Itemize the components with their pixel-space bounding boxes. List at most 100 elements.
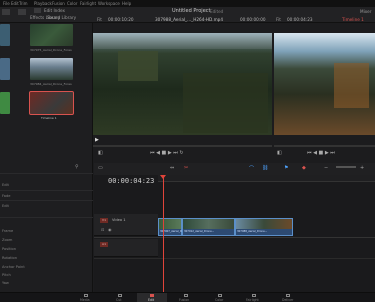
edit-index-label[interactable]: Edit Index xyxy=(44,8,65,13)
hillside-region xyxy=(118,51,158,81)
timeline-thumbnail[interactable] xyxy=(29,91,74,115)
media-page-icon[interactable] xyxy=(84,294,88,297)
clip-thumbnail[interactable] xyxy=(30,58,73,80)
clip-label: 307975_Aerial_Drone_Fores xyxy=(30,48,72,52)
razor-tool-icon[interactable]: ✂ xyxy=(184,165,188,171)
linked-selection-icon[interactable]: ⛓ xyxy=(262,165,268,171)
source-viewer[interactable] xyxy=(93,33,272,135)
timeline-clip[interactable]: 307907_Aerial_Drone_... xyxy=(158,218,182,236)
page-cut[interactable]: Cut xyxy=(116,298,122,302)
inspector-row[interactable]: Position xyxy=(2,247,16,251)
forest-region xyxy=(183,73,268,133)
mixer-label[interactable]: Mixer xyxy=(360,9,371,14)
clip-thumbnail[interactable] xyxy=(0,92,10,114)
clip-thumbnail[interactable] xyxy=(0,24,10,46)
program-scrubber[interactable] xyxy=(274,145,375,147)
cut-page-icon[interactable] xyxy=(118,294,122,297)
zoom-slider[interactable] xyxy=(336,166,356,168)
page-color[interactable]: Color xyxy=(215,298,223,302)
menu-help[interactable]: Help xyxy=(122,1,131,6)
marker-icon[interactable]: ◆ xyxy=(302,165,306,171)
source-jog-icon[interactable]: ◧ xyxy=(98,150,103,156)
flag-icon[interactable]: ⚑ xyxy=(284,165,288,171)
inspector-row[interactable]: Pitch xyxy=(2,273,11,277)
inspector-row[interactable]: Frame xyxy=(2,229,13,233)
selection-tool-icon[interactable]: ▭ xyxy=(98,165,103,171)
inspector-row[interactable]: Anchor Point xyxy=(2,265,25,269)
timeline-thumbnail-label: Timeline 1 xyxy=(41,116,57,120)
source-clip-name: 307988_Aerial_..._H264-HD.mp4 xyxy=(155,17,223,22)
timeline-clip[interactable]: 307912_Aerial_Drone... xyxy=(182,218,235,236)
timeline-name[interactable]: Timeline 1 xyxy=(342,17,364,22)
program-viewer[interactable] xyxy=(274,33,375,135)
inspector-row[interactable]: Rotation xyxy=(2,256,17,260)
inspector-row[interactable]: Yaw xyxy=(2,281,9,285)
source-scrubber[interactable] xyxy=(93,145,272,147)
source-transport-controls[interactable]: ⏮ ◀ ■ ▶ ⏭ ↻ xyxy=(150,150,184,156)
timeline-toolbar: ▭ ⇔ ✂ ⌒ ⛓ ⚑ ◆ − + xyxy=(94,163,375,175)
search-icon[interactable]: ⚲ xyxy=(75,164,79,170)
color-page-icon[interactable] xyxy=(218,294,222,297)
autumn-foliage-region xyxy=(334,63,369,108)
track-name[interactable]: Video 1 xyxy=(112,218,126,222)
playhead[interactable] xyxy=(163,175,164,292)
clip-thumbnail[interactable] xyxy=(30,24,73,46)
deliver-page-icon[interactable] xyxy=(286,294,290,297)
media-pool-label[interactable]: Effects Library xyxy=(30,15,60,20)
menu-color[interactable]: Color xyxy=(67,1,77,6)
source-fit[interactable]: Fit xyxy=(97,17,102,22)
menu-fusion[interactable]: Fusion xyxy=(52,1,65,6)
divider xyxy=(0,173,93,174)
playhead-handle[interactable] xyxy=(160,175,166,179)
menu-edit[interactable]: Edit xyxy=(11,1,19,6)
sound-library-icon[interactable] xyxy=(34,8,41,13)
source-timecode: 00:00:10:20 xyxy=(108,17,134,22)
sky-region xyxy=(93,33,272,49)
program-transport-controls[interactable]: ⏮ ◀ ■ ▶ ⏭ xyxy=(307,150,335,156)
inspector-row[interactable]: Zoom xyxy=(2,238,12,242)
zoom-in-icon[interactable]: + xyxy=(360,165,364,171)
inspector-row[interactable]: Fade xyxy=(2,194,10,198)
inspector-row[interactable]: Edit xyxy=(2,183,9,187)
program-timecode: 00:00:04:23 xyxy=(287,17,313,22)
menu-playback[interactable]: Playback xyxy=(34,1,52,6)
timeline-ruler[interactable] xyxy=(158,175,375,182)
clip-name: 307988_Aerial_Drone... xyxy=(237,230,268,233)
audio-track-id-badge[interactable]: A1 xyxy=(100,242,108,247)
inspector-row[interactable]: Edit xyxy=(2,204,9,208)
divider xyxy=(0,190,93,191)
track-divider xyxy=(94,237,375,238)
top-toolbar: Edit Index Sound Library Effects Library… xyxy=(0,7,375,23)
timeline-clip[interactable]: 307988_Aerial_Drone... xyxy=(235,218,293,236)
media-pool-icon[interactable] xyxy=(2,9,10,15)
trim-tool-icon[interactable]: ⇔ xyxy=(170,165,174,171)
clip-thumbnail[interactable] xyxy=(0,58,10,80)
clip-thumbnail-strip xyxy=(183,219,234,229)
page-deliver[interactable]: Deliver xyxy=(282,298,293,302)
menu-workspace[interactable]: Workspace xyxy=(98,1,120,6)
edit-index-icon[interactable] xyxy=(18,9,26,15)
timeline-timecode: 00:00:04:23 xyxy=(108,177,155,185)
program-fit[interactable]: Fit xyxy=(276,17,281,22)
page-fairlight[interactable]: Fairlight xyxy=(246,298,259,302)
divider xyxy=(0,217,93,218)
track-divider xyxy=(94,258,375,259)
menu-trim[interactable]: Trim xyxy=(19,1,28,6)
program-jog-icon[interactable]: ◧ xyxy=(277,150,282,156)
clip-name: 307912_Aerial_Drone... xyxy=(184,230,215,233)
menu-fairlight[interactable]: Fairlight xyxy=(80,1,96,6)
menu-file[interactable]: File xyxy=(3,1,10,6)
page-edit[interactable]: Edit xyxy=(148,298,154,302)
fairlight-page-icon[interactable] xyxy=(252,294,256,297)
zoom-out-icon[interactable]: − xyxy=(324,165,328,171)
snapping-icon[interactable]: ⌒ xyxy=(249,165,254,172)
track-id-badge[interactable]: V1 xyxy=(100,218,108,223)
page-fusion[interactable]: Fusion xyxy=(179,298,189,302)
page-media[interactable]: Media xyxy=(80,298,90,302)
edit-page-icon[interactable] xyxy=(150,294,154,297)
track-eye-icon[interactable]: ◉ xyxy=(108,227,112,232)
track-lock-icon[interactable]: ⊡ xyxy=(101,227,104,232)
fusion-page-icon[interactable] xyxy=(184,294,188,297)
inspector-panel: ⚲ Edit Fade Edit Frame Zoom Position Rot… xyxy=(0,164,93,292)
clip-label: 307984_Aerial_Drone_Fores xyxy=(30,82,72,86)
